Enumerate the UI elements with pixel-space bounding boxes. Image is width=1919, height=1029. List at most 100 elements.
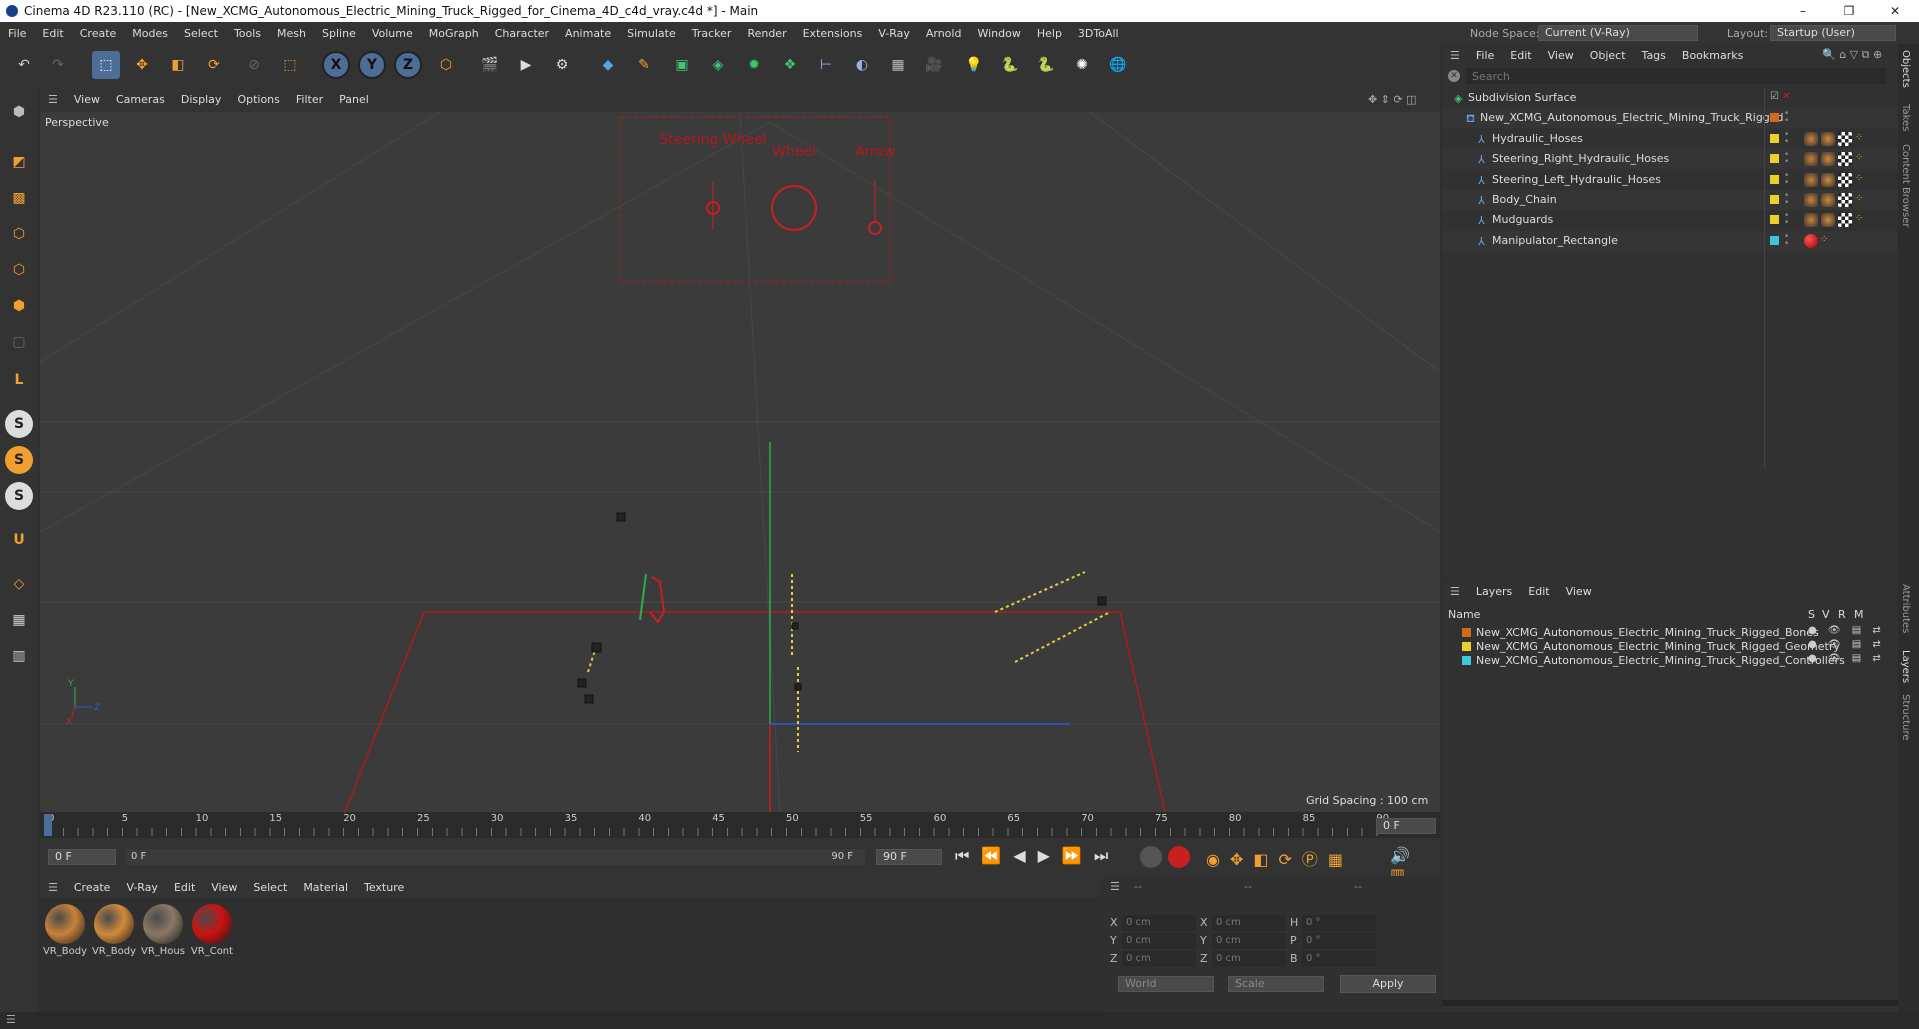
visibility-dots-icon[interactable]: • • [1784, 192, 1789, 208]
redo-icon[interactable]: ↷ [44, 51, 72, 79]
material-tag-icon[interactable] [1821, 172, 1835, 187]
material-menu-item-6[interactable]: Texture [356, 881, 412, 894]
material-menu-item-1[interactable]: V-Ray [118, 881, 166, 894]
coord-value-field[interactable]: 0 cm [1122, 933, 1196, 949]
render-settings-icon[interactable]: ⚙ [548, 51, 576, 79]
layer-color-swatch[interactable] [1770, 154, 1779, 164]
ik-tag-icon[interactable]: ⁘ [1855, 213, 1869, 227]
menu-item-2[interactable]: Create [72, 27, 125, 40]
material-menu-item-3[interactable]: View [203, 881, 245, 894]
rotate-tool-icon[interactable]: ⟳ [200, 51, 228, 79]
toggle-icons[interactable]: ☑ ✕ [1770, 91, 1791, 102]
object-row[interactable]: ⛾ New_XCMG_Autonomous_Electric_Mining_Tru… [1442, 108, 1898, 129]
floor-icon[interactable]: ▦ [884, 51, 912, 79]
layer-color-swatch[interactable] [1770, 113, 1779, 123]
light-icon[interactable]: 💡 [960, 51, 988, 79]
polygons-mode-icon[interactable]: ⬢ [5, 292, 33, 320]
object-row[interactable]: ◈ Subdivision Surface ☑ ✕ [1442, 88, 1898, 108]
viewport-menu-item-3[interactable]: Options [229, 93, 287, 106]
tab-layers[interactable]: Layers [1900, 650, 1911, 683]
menu-item-9[interactable]: MoGraph [421, 27, 487, 40]
menu-item-18[interactable]: Window [969, 27, 1028, 40]
material-menu-item-0[interactable]: Create [66, 881, 119, 894]
tab-takes[interactable]: Takes [1900, 104, 1911, 131]
viewport-nav-icons[interactable]: ✥ ⇕ ⟳ ◫ [1368, 93, 1417, 106]
menu-item-3[interactable]: Modes [124, 27, 176, 40]
edges-mode-icon[interactable]: ⬡ [5, 256, 33, 284]
coords-scale-select[interactable]: Scale [1228, 976, 1324, 992]
render-view-icon[interactable]: 🎬 [476, 51, 504, 79]
object-search-tools-icons[interactable]: 🔍 ⌂ ▽ ⧉ ⊕ [1822, 48, 1882, 62]
menu-item-16[interactable]: V-Ray [870, 27, 918, 40]
material-menu-icon[interactable]: ☰ [40, 881, 66, 894]
checker-tag-icon[interactable] [1838, 172, 1852, 187]
coord-value-field[interactable]: 0 cm [1212, 915, 1286, 931]
viewport-menu-item-0[interactable]: View [66, 93, 108, 106]
texture-mode-icon[interactable]: ▩ [5, 184, 33, 212]
coord-value-field[interactable]: 0 cm [1122, 915, 1196, 931]
material-tag-icon[interactable] [1804, 131, 1818, 146]
object-menu-icon[interactable]: ☰ [1442, 49, 1468, 62]
z-axis-icon[interactable]: Z [394, 51, 422, 79]
cube-icon[interactable]: ◆ [594, 51, 622, 79]
clear-search-icon[interactable]: ✕ [1448, 70, 1460, 82]
material-item[interactable]: VR_Cont [189, 904, 235, 957]
uv-mode-icon[interactable]: ▢ [5, 328, 33, 356]
start-frame-field[interactable]: 0 F [48, 849, 116, 865]
ik-tag-icon[interactable]: ⁘ [1855, 173, 1869, 187]
live-select-icon[interactable]: ⬚ [276, 51, 304, 79]
snap-grid-icon[interactable]: S [5, 482, 33, 510]
material-tag-icon[interactable] [1821, 213, 1835, 228]
layer-color-swatch[interactable] [1462, 628, 1471, 637]
checker-tag-icon[interactable] [1838, 152, 1852, 167]
material-menu-item-2[interactable]: Edit [166, 881, 203, 894]
layer-color-swatch[interactable] [1462, 642, 1471, 651]
object-row[interactable]: ⅄ Mudguards • • ⁘ [1442, 210, 1898, 230]
visibility-dots-icon[interactable]: • • [1784, 212, 1789, 228]
tab-structure[interactable]: Structure [1900, 694, 1911, 741]
tab-attributes[interactable]: Attributes [1900, 584, 1911, 633]
camera-icon[interactable]: 🎥 [920, 51, 948, 79]
timeline-playhead[interactable] [44, 814, 52, 836]
menu-item-4[interactable]: Select [176, 27, 226, 40]
object-row[interactable]: ⅄ Body_Chain • • ⁘ [1442, 190, 1898, 210]
coords-space-select[interactable]: World [1118, 976, 1214, 992]
coord-value-field[interactable]: 0 ° [1302, 933, 1376, 949]
object-menu-item-5[interactable]: Bookmarks [1674, 49, 1751, 62]
layer-menu-icon[interactable]: ☰ [1442, 585, 1468, 598]
menu-item-8[interactable]: Volume [364, 27, 421, 40]
end-frame-field[interactable]: 90 F [876, 849, 942, 865]
layer-color-swatch[interactable] [1770, 174, 1779, 184]
maximize-button[interactable]: ❐ [1826, 0, 1872, 22]
coord-value-field[interactable]: 0 cm [1122, 951, 1196, 967]
layer-scrollbar[interactable] [1442, 1000, 1898, 1006]
menu-item-17[interactable]: Arnold [918, 27, 970, 40]
object-menu-item-2[interactable]: View [1540, 49, 1582, 62]
viewport-menu-icon[interactable]: ☰ [40, 93, 66, 106]
checker-tag-icon[interactable] [1838, 131, 1852, 146]
y-axis-icon[interactable]: Y [358, 51, 386, 79]
layer-color-swatch[interactable] [1770, 133, 1779, 143]
visibility-dots-icon[interactable]: • • [1784, 232, 1789, 248]
mograph-icon[interactable]: ❖ [776, 51, 804, 79]
python-icon[interactable]: 🐍 [996, 51, 1024, 79]
menu-item-12[interactable]: Simulate [619, 27, 684, 40]
field-icon[interactable]: ◐ [848, 51, 876, 79]
recent-tool-icon[interactable]: ⊘ [240, 51, 268, 79]
status-menu-icon[interactable]: ☰ [6, 1013, 16, 1026]
globe-icon[interactable]: 🌐 [1104, 51, 1132, 79]
layer-color-swatch[interactable] [1770, 195, 1779, 204]
object-menu-item-4[interactable]: Tags [1634, 49, 1674, 62]
menu-item-14[interactable]: Render [739, 27, 794, 40]
viewport-perspective[interactable]: Steering Wheel Wheel Arrow Y Z X Perspec… [40, 112, 1440, 812]
subdivision-icon[interactable]: ▣ [668, 51, 696, 79]
visibility-dots-icon[interactable]: • • [1784, 171, 1789, 187]
layout-select[interactable]: Startup (User) [1770, 25, 1896, 41]
deformer-icon[interactable]: ⊢ [812, 51, 840, 79]
playback-controls[interactable]: ⏮⏪◀▶⏩⏭ [955, 846, 1120, 866]
object-row[interactable]: ⅄ Steering_Left_Hydraulic_Hoses • • ⁘ [1442, 170, 1898, 190]
material-item[interactable]: VR_Body [42, 904, 88, 957]
material-tag-icon[interactable] [1821, 131, 1835, 146]
object-row[interactable]: ⅄ Manipulator_Rectangle • • ⁘ [1442, 230, 1898, 251]
timeline-ruler[interactable]: 051015202530354045505560657075808590 0 F [40, 812, 1440, 838]
